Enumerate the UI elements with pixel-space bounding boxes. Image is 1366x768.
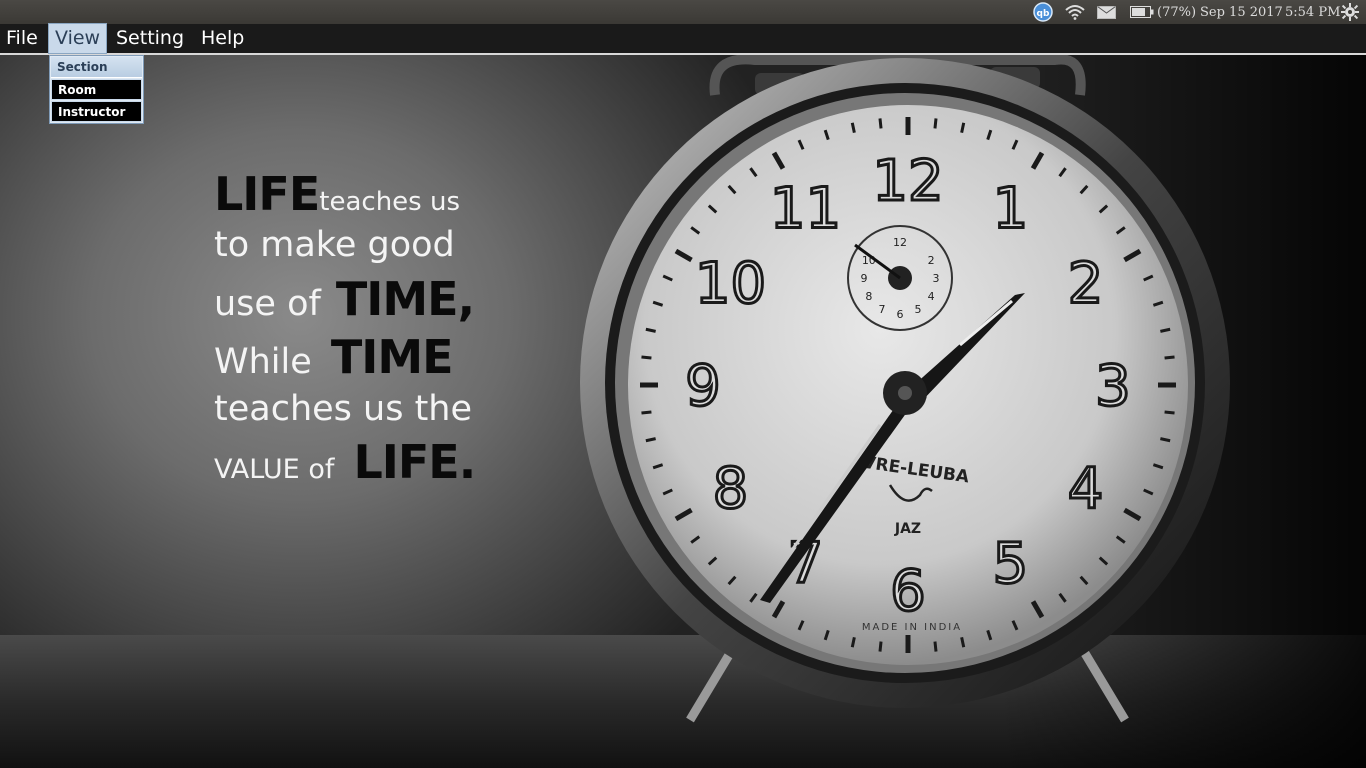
menu-view[interactable]: View	[47, 23, 108, 54]
clock-tick	[1164, 355, 1175, 360]
clock-numeral: 4	[1068, 457, 1104, 522]
clock-tick	[878, 641, 883, 652]
view-menu-item-section[interactable]: Section	[51, 57, 142, 78]
small-dial-numeral: 3	[933, 272, 940, 285]
small-dial-numeral: 9	[861, 272, 868, 285]
clock-tick	[641, 355, 652, 360]
view-menu-dropdown: Section Room Instructor	[49, 55, 144, 124]
clock-numeral: 9	[685, 354, 721, 419]
clock-tick	[850, 122, 856, 133]
view-menu-item-instructor[interactable]: Instructor	[51, 101, 142, 122]
settings-gear-icon[interactable]	[1341, 0, 1359, 24]
clock-tick	[960, 637, 966, 648]
app-indicator-icon[interactable]: qb	[1033, 0, 1053, 24]
clock-numeral: 12	[872, 149, 943, 214]
panel-date[interactable]: Sep 15 2017	[1200, 0, 1283, 24]
wifi-icon[interactable]	[1065, 0, 1085, 24]
mail-icon[interactable]	[1097, 0, 1116, 24]
clock-numeral: 1	[993, 176, 1029, 241]
clock-numeral: 10	[695, 252, 766, 317]
small-dial-numeral: 4	[928, 290, 935, 303]
small-dial-numeral: 2	[928, 254, 935, 267]
alarm-clock-image: 12 1234567891011 122345678910 VRE-LEUBA J…	[580, 55, 1230, 723]
clock-numeral: 8	[713, 457, 749, 522]
clock-tick	[1160, 437, 1171, 443]
quote-life-word: LIFE	[214, 167, 320, 221]
clock-numeral: 5	[993, 532, 1029, 597]
quote-line6-pre: VALUE of	[214, 454, 335, 485]
quote-life-word-2: LIFE.	[353, 435, 476, 489]
battery-icon[interactable]	[1130, 0, 1154, 24]
clock-tick	[1160, 327, 1171, 333]
small-dial-numeral: 12	[893, 236, 907, 249]
menu-setting[interactable]: Setting	[110, 24, 190, 53]
quote-time-word-2: TIME	[330, 330, 454, 384]
small-dial-numeral: 8	[865, 290, 872, 303]
quote-line2: to make good	[214, 225, 455, 265]
clock-tick	[878, 118, 883, 129]
menu-help[interactable]: Help	[195, 24, 250, 53]
clock-tick	[933, 118, 938, 129]
app-menubar: File View Setting Help	[0, 23, 1366, 55]
desktop-wallpaper: LIFEteaches us to make good use of TIME,…	[0, 55, 1366, 768]
battery-percent: (77%)	[1157, 4, 1197, 20]
panel-clock[interactable]: 5:54 PM	[1285, 0, 1340, 24]
clock-tick	[850, 637, 856, 648]
clock-made-in-text: MADE IN INDIA	[862, 622, 962, 633]
quote-line4-pre: While	[214, 342, 312, 382]
clock-numeral: 3	[1095, 354, 1131, 419]
clock-numeral: 2	[1068, 252, 1104, 317]
clock-tick	[645, 437, 656, 443]
small-dial-numeral: 5	[915, 303, 922, 316]
clock-tick	[933, 641, 938, 652]
menu-file[interactable]: File	[0, 24, 44, 53]
small-dial-numeral: 6	[897, 308, 904, 321]
clock-subbrand-text: JAZ	[894, 521, 921, 537]
clock-numeral: 6	[890, 559, 926, 624]
system-top-panel: qb (77%) Sep 15 2017 5:54 PM	[0, 0, 1366, 24]
clock-tick	[645, 327, 656, 333]
svg-text:qb: qb	[1037, 9, 1050, 19]
quote-time-word-1: TIME,	[335, 272, 475, 326]
clock-tick	[960, 122, 966, 133]
clock-numeral: 11	[770, 176, 841, 241]
small-dial-numeral: 7	[879, 303, 886, 316]
quote-line5: teaches us the	[214, 389, 473, 429]
view-menu-item-room[interactable]: Room	[51, 79, 142, 100]
quote-line3-pre: use of	[214, 284, 321, 324]
quote-line1-rest: teaches us	[319, 187, 461, 217]
clock-tick	[641, 410, 652, 415]
clock-tick	[1164, 410, 1175, 415]
